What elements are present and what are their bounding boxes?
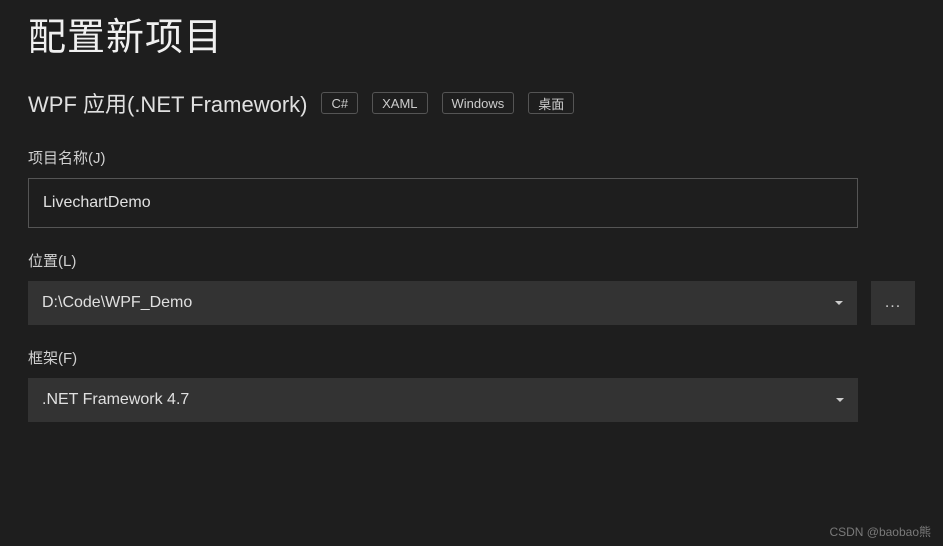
subtitle-row: WPF 应用(.NET Framework) C# XAML Windows 桌… [28, 87, 915, 119]
project-name-group: 项目名称(J) [28, 147, 915, 228]
chevron-down-icon [835, 301, 843, 305]
tag-windows: Windows [442, 92, 515, 114]
framework-label: 框架(F) [28, 347, 915, 368]
project-name-label: 项目名称(J) [28, 147, 915, 168]
browse-button[interactable]: ... [871, 281, 915, 325]
tag-csharp: C# [321, 92, 358, 114]
framework-combo[interactable]: .NET Framework 4.7 [28, 378, 858, 422]
location-value: D:\Code\WPF_Demo [42, 294, 192, 312]
watermark: CSDN @baobao熊 [829, 523, 931, 540]
chevron-down-icon [836, 398, 844, 402]
framework-value: .NET Framework 4.7 [42, 391, 189, 409]
tag-desktop: 桌面 [528, 92, 574, 114]
location-combo[interactable]: D:\Code\WPF_Demo [28, 281, 857, 325]
page-title: 配置新项目 [28, 0, 915, 87]
framework-group: 框架(F) .NET Framework 4.7 [28, 347, 915, 422]
location-label: 位置(L) [28, 250, 915, 271]
tag-xaml: XAML [372, 92, 427, 114]
project-template-name: WPF 应用(.NET Framework) [28, 87, 307, 119]
location-group: 位置(L) D:\Code\WPF_Demo ... [28, 250, 915, 325]
project-name-input[interactable] [28, 178, 858, 228]
